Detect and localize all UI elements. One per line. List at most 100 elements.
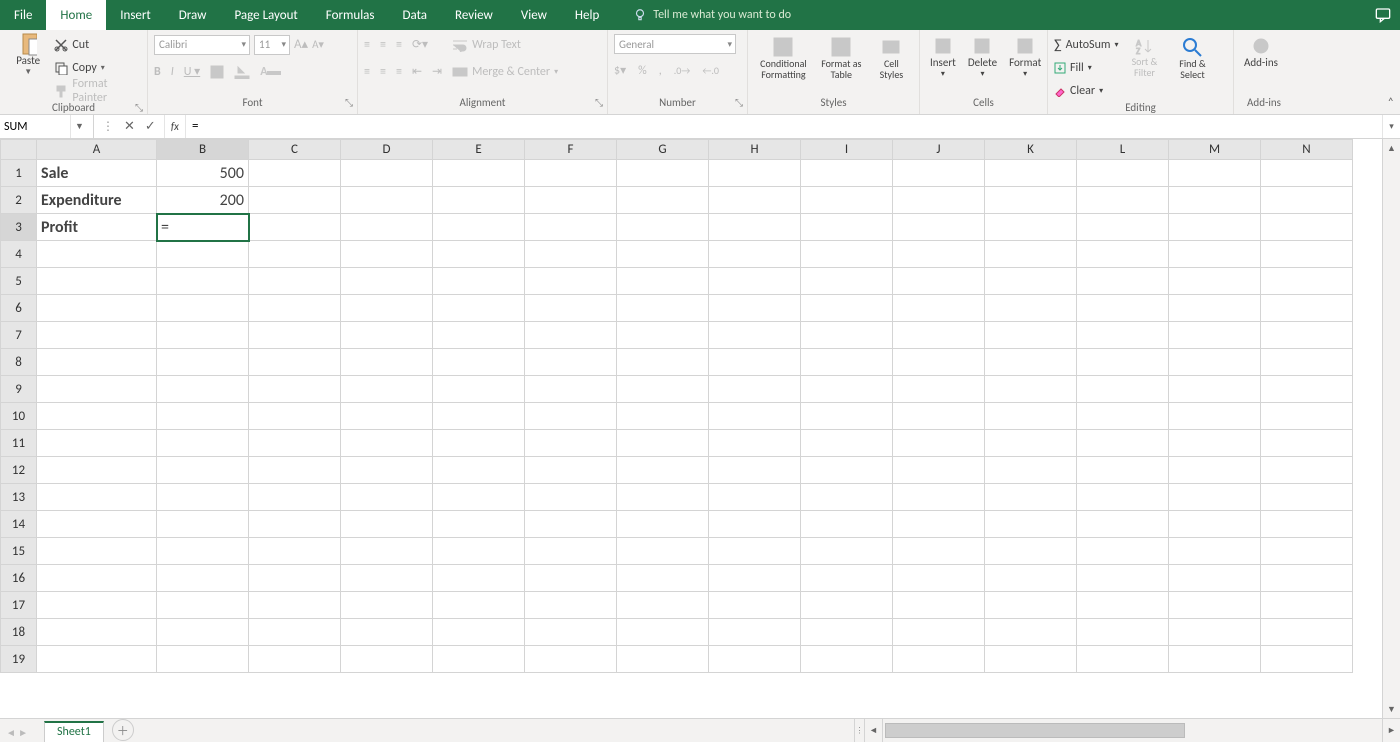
cell[interactable] (1261, 403, 1353, 430)
cell[interactable] (341, 646, 433, 673)
cell[interactable] (985, 511, 1077, 538)
column-header[interactable]: I (801, 140, 893, 160)
cell[interactable] (1169, 187, 1261, 214)
cell[interactable] (1169, 538, 1261, 565)
cell[interactable] (1169, 619, 1261, 646)
cell[interactable] (985, 538, 1077, 565)
cell[interactable] (801, 295, 893, 322)
cell[interactable] (1077, 457, 1169, 484)
cell[interactable] (249, 160, 341, 187)
cell[interactable] (1261, 592, 1353, 619)
cell[interactable] (709, 538, 801, 565)
cell[interactable] (249, 268, 341, 295)
expand-formula-bar-icon[interactable]: ▾ (1382, 115, 1400, 138)
cell[interactable] (37, 484, 157, 511)
cell[interactable] (525, 430, 617, 457)
cell[interactable] (709, 322, 801, 349)
tab-help[interactable]: Help (561, 0, 613, 30)
cell[interactable] (433, 484, 525, 511)
cell[interactable] (893, 268, 985, 295)
cell[interactable] (433, 403, 525, 430)
cell[interactable] (249, 646, 341, 673)
cell[interactable] (341, 538, 433, 565)
cell-styles-button[interactable]: Cell Styles (870, 34, 913, 82)
cell[interactable] (709, 484, 801, 511)
scroll-left-icon[interactable]: ◄ (864, 719, 882, 742)
cell[interactable] (157, 430, 249, 457)
fx-label[interactable]: fx (165, 115, 186, 138)
cell[interactable] (249, 322, 341, 349)
cell[interactable] (617, 592, 709, 619)
cell[interactable] (1077, 403, 1169, 430)
row-header[interactable]: 13 (1, 484, 37, 511)
cell[interactable] (37, 538, 157, 565)
cell[interactable] (525, 160, 617, 187)
cell[interactable] (801, 565, 893, 592)
new-sheet-button[interactable]: ＋ (112, 719, 134, 741)
cell[interactable] (893, 403, 985, 430)
column-header[interactable]: K (985, 140, 1077, 160)
cell[interactable] (801, 160, 893, 187)
cell[interactable] (617, 403, 709, 430)
merge-center-button[interactable]: Merge & Center ▾ (452, 61, 558, 82)
tell-me-search[interactable]: Tell me what you want to do (633, 0, 791, 30)
row-header[interactable]: 2 (1, 187, 37, 214)
font-name-combo[interactable]: Calibri (154, 35, 250, 55)
column-header[interactable]: E (433, 140, 525, 160)
cell[interactable] (249, 511, 341, 538)
cell[interactable] (709, 619, 801, 646)
cell[interactable] (525, 511, 617, 538)
cell[interactable] (433, 565, 525, 592)
cell[interactable] (1169, 430, 1261, 457)
cell[interactable] (1261, 214, 1353, 241)
cell[interactable] (985, 484, 1077, 511)
column-header[interactable]: B (157, 140, 249, 160)
cell[interactable] (985, 592, 1077, 619)
sheet-tab-active[interactable]: Sheet1 (44, 721, 104, 742)
cell[interactable] (1261, 619, 1353, 646)
cell[interactable] (433, 214, 525, 241)
cell[interactable] (985, 619, 1077, 646)
cell[interactable] (985, 322, 1077, 349)
cell[interactable] (801, 403, 893, 430)
cell[interactable]: = (157, 214, 249, 241)
align-center-icon[interactable]: ≡ (380, 65, 386, 79)
cell[interactable] (801, 376, 893, 403)
tab-review[interactable]: Review (441, 0, 507, 30)
name-box-input[interactable] (0, 120, 70, 134)
cell[interactable] (433, 457, 525, 484)
decrease-decimal-icon[interactable]: ←.0 (702, 64, 719, 77)
fill-button[interactable]: Fill ▾ (1054, 57, 1118, 78)
cell[interactable] (341, 592, 433, 619)
cell[interactable] (1261, 349, 1353, 376)
dialog-launcher-icon[interactable]: ⤡ (595, 96, 603, 110)
cell[interactable] (985, 376, 1077, 403)
cell[interactable] (1077, 160, 1169, 187)
cell[interactable] (893, 160, 985, 187)
cell[interactable] (709, 457, 801, 484)
cell[interactable] (801, 511, 893, 538)
cancel-formula-icon[interactable]: ✕ (124, 119, 135, 134)
row-header[interactable]: 1 (1, 160, 37, 187)
cell[interactable] (37, 241, 157, 268)
cell[interactable] (617, 214, 709, 241)
cell[interactable] (801, 457, 893, 484)
cell[interactable] (1169, 349, 1261, 376)
row-header[interactable]: 14 (1, 511, 37, 538)
cell[interactable] (617, 376, 709, 403)
cell[interactable] (341, 430, 433, 457)
cell[interactable] (1261, 538, 1353, 565)
cell[interactable] (525, 565, 617, 592)
cell[interactable] (1261, 295, 1353, 322)
cell[interactable] (249, 376, 341, 403)
cell[interactable] (525, 484, 617, 511)
cell[interactable] (985, 430, 1077, 457)
row-header[interactable]: 4 (1, 241, 37, 268)
cell[interactable] (1261, 160, 1353, 187)
cell[interactable] (37, 376, 157, 403)
cell[interactable] (1077, 295, 1169, 322)
cell[interactable]: Profit (37, 214, 157, 241)
cell[interactable] (1077, 214, 1169, 241)
column-header[interactable]: G (617, 140, 709, 160)
cell[interactable] (709, 160, 801, 187)
